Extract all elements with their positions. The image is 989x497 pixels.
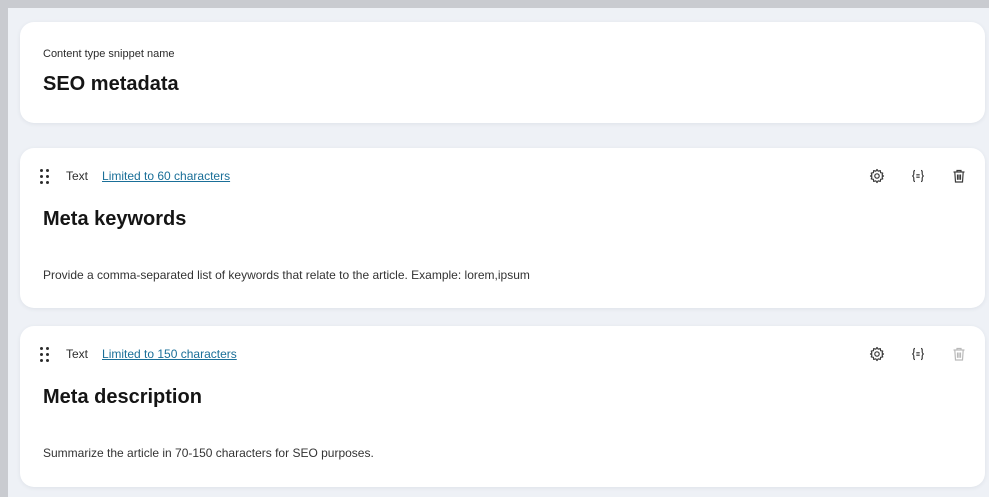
element-name[interactable]: Meta keywords — [43, 208, 186, 231]
element-limit-link[interactable]: Limited to 150 characters — [102, 347, 237, 361]
element-card-meta-keywords[interactable]: Text Limited to 60 characters Meta keywo… — [20, 148, 985, 308]
trash-icon[interactable] — [950, 346, 967, 363]
element-limit-link[interactable]: Limited to 60 characters — [102, 169, 230, 183]
content-type-editor: Content type snippet name SEO metadata T… — [8, 8, 989, 497]
element-guidelines[interactable]: Provide a comma-separated list of keywor… — [43, 268, 530, 282]
drag-handle-icon[interactable] — [40, 168, 50, 184]
element-type-label: Text — [66, 169, 89, 183]
element-type-label: Text — [66, 347, 89, 361]
gear-icon[interactable] — [868, 168, 885, 185]
element-name[interactable]: Meta description — [43, 386, 202, 409]
snippet-name-card: Content type snippet name SEO metadata — [20, 22, 985, 123]
braces-icon[interactable] — [909, 168, 926, 185]
drag-handle-icon[interactable] — [40, 346, 50, 362]
element-guidelines[interactable]: Summarize the article in 70-150 characte… — [43, 446, 374, 460]
element-header: Text Limited to 150 characters — [40, 345, 967, 363]
element-card-meta-description[interactable]: Text Limited to 150 characters Meta desc… — [20, 326, 985, 487]
element-actions — [868, 346, 967, 363]
trash-icon[interactable] — [950, 168, 967, 185]
gear-icon[interactable] — [868, 346, 885, 363]
braces-icon[interactable] — [909, 346, 926, 363]
element-actions — [868, 168, 967, 185]
element-header: Text Limited to 60 characters — [40, 167, 967, 185]
snippet-name-input[interactable]: SEO metadata — [43, 73, 179, 96]
snippet-name-label: Content type snippet name — [43, 48, 175, 60]
